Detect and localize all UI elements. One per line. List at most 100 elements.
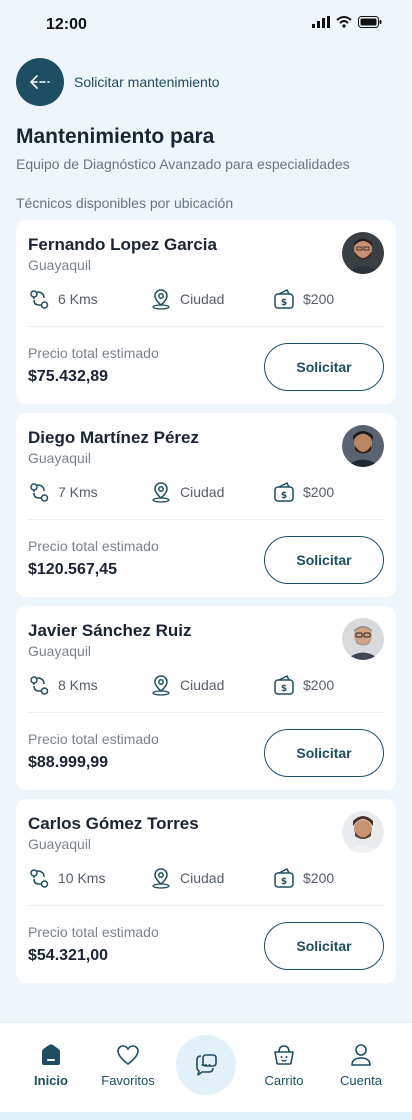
request-button[interactable]: Solicitar: [264, 729, 384, 777]
location-pin-icon: [152, 482, 170, 503]
status-bar: 12:00: [0, 0, 412, 50]
price-info: $ $200: [273, 288, 334, 310]
chat-icon: [196, 1054, 217, 1076]
nav-item-cart[interactable]: Carrito: [244, 1041, 324, 1088]
technician-name: Javier Sánchez Ruiz: [28, 621, 192, 640]
section-label: Técnicos disponibles por ubicación: [16, 195, 234, 211]
technician-name: Carlos Gómez Torres: [28, 814, 199, 833]
price-value: $200: [303, 677, 335, 693]
wallet-dollar-icon: $: [274, 288, 294, 309]
zone-info: Ciudad: [150, 674, 224, 696]
location-pin-icon: [152, 868, 170, 889]
heart-icon: [117, 1045, 139, 1066]
signal-icon: [312, 16, 330, 28]
nav-item-chat[interactable]: [176, 1035, 236, 1095]
request-button[interactable]: Solicitar: [264, 536, 384, 584]
technician-city: Guayaquil: [28, 643, 92, 659]
nav-label-account: Cuenta: [340, 1073, 382, 1088]
header-title: Solicitar mantenimiento: [74, 74, 220, 90]
home-icon: [42, 1044, 60, 1065]
route-icon: [30, 483, 49, 502]
status-icons: [312, 16, 382, 28]
wallet-dollar-icon: $: [274, 867, 294, 888]
svg-text:$: $: [281, 877, 287, 887]
divider: [28, 326, 384, 327]
location-pin-icon: [152, 289, 170, 310]
nav-item-account[interactable]: Cuenta: [321, 1041, 401, 1088]
arrow-left-icon: [30, 75, 50, 89]
price-info: $ $200: [273, 674, 334, 696]
nav-item-favorites[interactable]: Favoritos: [88, 1041, 168, 1088]
distance-info: 10 Kms: [28, 867, 105, 889]
header: Solicitar mantenimiento: [16, 58, 220, 106]
technician-name: Fernando Lopez Garcia: [28, 235, 217, 254]
user-icon: [351, 1044, 371, 1066]
svg-text:$: $: [281, 491, 287, 501]
total-value: $120.567,45: [28, 561, 117, 578]
total-label: Precio total estimado: [28, 345, 159, 361]
cart-icon: [274, 1045, 294, 1065]
zone-info: Ciudad: [150, 867, 224, 889]
technician-card: Fernando Lopez Garcia Guayaquil 6 Kms Ci…: [16, 220, 396, 404]
bottom-nav: Inicio Favoritos Carrito Cuenta: [0, 1022, 412, 1120]
wifi-icon: [336, 16, 352, 28]
zone-value: Ciudad: [180, 870, 225, 886]
divider: [28, 905, 384, 906]
distance-value: 6 Kms: [58, 291, 98, 307]
total-value: $88.999,99: [28, 754, 109, 771]
zone-info: Ciudad: [150, 288, 224, 310]
route-icon: [30, 676, 49, 695]
divider: [28, 712, 384, 713]
wallet-dollar-icon: $: [274, 674, 294, 695]
svg-text:$: $: [281, 684, 287, 694]
page-subtitle: Equipo de Diagnóstico Avanzado para espe…: [16, 156, 350, 172]
route-icon: [30, 869, 49, 888]
nav-label-favorites: Favoritos: [101, 1073, 155, 1088]
price-value: $200: [303, 484, 335, 500]
zone-value: Ciudad: [180, 291, 225, 307]
price-value: $200: [303, 291, 335, 307]
technician-city: Guayaquil: [28, 836, 92, 852]
avatar: [342, 618, 384, 660]
distance-info: 6 Kms: [28, 288, 98, 310]
zone-value: Ciudad: [180, 677, 225, 693]
total-label: Precio total estimado: [28, 538, 159, 554]
home-indicator: [0, 1112, 412, 1120]
price-info: $ $200: [273, 481, 334, 503]
location-pin-icon: [152, 675, 170, 696]
nav-label-cart: Carrito: [264, 1073, 304, 1088]
divider: [28, 519, 384, 520]
technician-card: Javier Sánchez Ruiz Guayaquil 8 Kms Ciud…: [16, 606, 396, 790]
total-label: Precio total estimado: [28, 731, 159, 747]
total-value: $75.432,89: [28, 368, 109, 385]
page-title: Mantenimiento para: [16, 125, 215, 148]
technician-city: Guayaquil: [28, 450, 92, 466]
price-info: $ $200: [273, 867, 334, 889]
price-value: $200: [303, 870, 335, 886]
distance-info: 8 Kms: [28, 674, 98, 696]
total-value: $54.321,00: [28, 947, 109, 964]
avatar: [342, 425, 384, 467]
status-time: 12:00: [46, 16, 87, 33]
technician-name: Diego Martínez Pérez: [28, 428, 199, 447]
avatar: [342, 811, 384, 853]
request-button[interactable]: Solicitar: [264, 922, 384, 970]
battery-icon: [358, 16, 382, 28]
zone-info: Ciudad: [150, 481, 224, 503]
technician-city: Guayaquil: [28, 257, 92, 273]
svg-text:$: $: [281, 298, 287, 308]
nav-item-home[interactable]: Inicio: [11, 1041, 91, 1088]
back-button[interactable]: [16, 58, 64, 106]
distance-info: 7 Kms: [28, 481, 98, 503]
distance-value: 10 Kms: [58, 870, 106, 886]
distance-value: 8 Kms: [58, 677, 98, 693]
request-button[interactable]: Solicitar: [264, 343, 384, 391]
distance-value: 7 Kms: [58, 484, 98, 500]
avatar: [342, 232, 384, 274]
total-label: Precio total estimado: [28, 924, 159, 940]
technician-card: Carlos Gómez Torres Guayaquil 10 Kms Ciu…: [16, 799, 396, 983]
nav-label-home: Inicio: [34, 1073, 68, 1088]
technician-card: Diego Martínez Pérez Guayaquil 7 Kms Ciu…: [16, 413, 396, 597]
zone-value: Ciudad: [180, 484, 225, 500]
wallet-dollar-icon: $: [274, 481, 294, 502]
